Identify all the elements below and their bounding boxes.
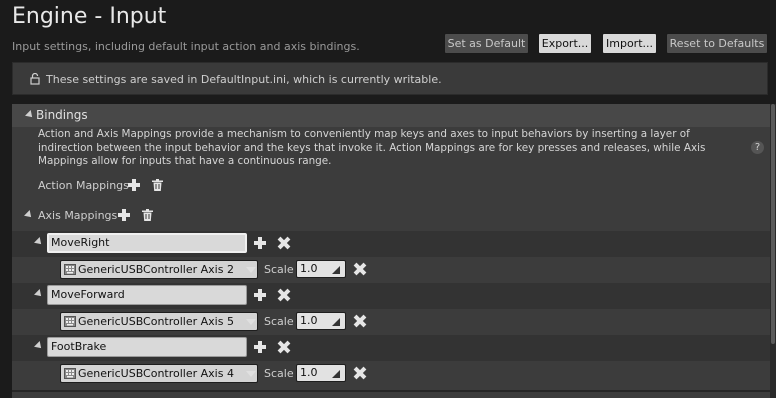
scrollbar-thumb[interactable] (771, 104, 775, 344)
axis-mapping-name-input[interactable]: FootBrake (47, 337, 247, 357)
axis-key-value: GenericUSBController Axis 2 (78, 263, 234, 276)
scale-value: 1.0 (300, 366, 318, 379)
resize-drag-icon[interactable] (332, 370, 340, 378)
axis-key-combo[interactable]: GenericUSBController Axis 5 (60, 312, 258, 331)
scale-value: 1.0 (300, 262, 318, 275)
scale-value: 1.0 (300, 314, 318, 327)
remove-axis-mapping-close-icon[interactable] (278, 341, 290, 353)
keyboard-key-icon (64, 368, 76, 379)
add-axis-mapping-plus-icon[interactable] (118, 209, 130, 221)
chevron-down-icon[interactable] (246, 267, 256, 273)
import-button[interactable]: Import... (602, 33, 657, 54)
scale-input[interactable]: 1.0 (296, 312, 346, 330)
bindings-description: Action and Axis Mappings provide a mecha… (38, 128, 706, 167)
lock-icon (30, 73, 40, 85)
axis-mapping-name-input[interactable]: MoveForward (47, 285, 247, 305)
scale-input[interactable]: 1.0 (296, 260, 346, 278)
axis-mappings-label: Axis Mappings (38, 209, 118, 222)
axis-key-value: GenericUSBController Axis 4 (78, 367, 234, 380)
remove-axis-key-close-icon[interactable] (354, 315, 366, 327)
help-icon[interactable]: ? (751, 141, 764, 154)
config-notice-bar: These settings are saved in DefaultInput… (12, 62, 768, 95)
delete-axis-mappings-trash-icon[interactable] (142, 209, 153, 221)
divider (12, 390, 770, 392)
delete-action-mappings-trash-icon[interactable] (152, 179, 163, 191)
remove-axis-key-close-icon[interactable] (354, 263, 366, 275)
keyboard-key-icon (64, 316, 76, 327)
page-title: Engine - Input (12, 4, 167, 29)
axis-key-value: GenericUSBController Axis 5 (78, 315, 234, 328)
scale-label: Scale (264, 367, 294, 380)
remove-axis-key-close-icon[interactable] (354, 367, 366, 379)
axis-key-combo[interactable]: GenericUSBController Axis 2 (60, 260, 258, 279)
resize-drag-icon[interactable] (332, 266, 340, 274)
add-axis-key-plus-icon[interactable] (254, 341, 266, 353)
bindings-category-label: Bindings (36, 108, 88, 122)
axis-mapping-name-input[interactable]: MoveRight (47, 233, 247, 253)
bindings-category-header[interactable] (12, 104, 770, 127)
export-button[interactable]: Export... (538, 33, 592, 54)
scale-input[interactable]: 1.0 (296, 364, 346, 382)
reset-to-defaults-button[interactable]: Reset to Defaults (666, 33, 768, 54)
add-axis-key-plus-icon[interactable] (254, 289, 266, 301)
set-as-default-button[interactable]: Set as Default (444, 33, 529, 54)
add-axis-key-plus-icon[interactable] (254, 237, 266, 249)
scale-label: Scale (264, 263, 294, 276)
add-action-mapping-plus-icon[interactable] (128, 179, 140, 191)
axis-key-combo[interactable]: GenericUSBController Axis 4 (60, 364, 258, 383)
keyboard-key-icon (64, 264, 76, 275)
remove-axis-mapping-close-icon[interactable] (278, 237, 290, 249)
chevron-down-icon[interactable] (246, 319, 256, 325)
action-mappings-label: Action Mappings (38, 179, 129, 192)
page-subtitle: Input settings, including default input … (12, 40, 360, 53)
chevron-down-icon[interactable] (246, 371, 256, 377)
notice-text: These settings are saved in DefaultInput… (46, 73, 442, 86)
remove-axis-mapping-close-icon[interactable] (278, 289, 290, 301)
resize-drag-icon[interactable] (332, 318, 340, 326)
scale-label: Scale (264, 315, 294, 328)
